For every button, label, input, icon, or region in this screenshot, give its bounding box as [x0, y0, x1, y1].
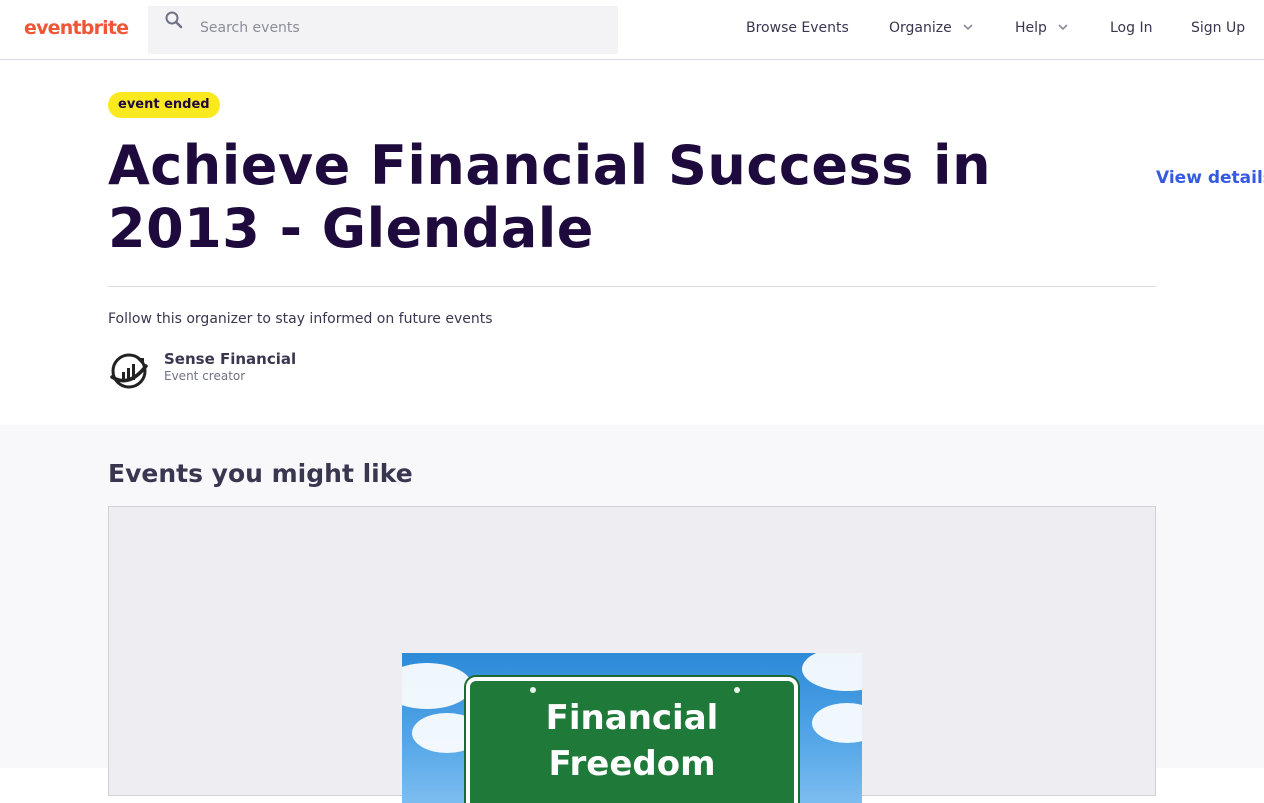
search-input[interactable]: [200, 6, 600, 50]
event-status-badge: event ended: [108, 92, 220, 118]
sign-text-line: Freedom: [548, 744, 716, 784]
chevron-down-icon: [962, 21, 974, 33]
sign-bolt: [734, 687, 740, 693]
highway-sign: Financial Freedom: [466, 677, 798, 803]
search-icon[interactable]: [164, 10, 184, 30]
event-title: Achieve Financial Success in 2013 - Glen…: [108, 134, 992, 260]
sign-text: Financial Freedom: [470, 695, 794, 787]
eventbrite-logo[interactable]: eventbrite: [24, 17, 129, 39]
cloud-shape: [802, 653, 862, 691]
chevron-down-icon: [1057, 21, 1069, 33]
related-events-section: Events you might like Financial Freedom: [0, 425, 1264, 803]
view-details-link[interactable]: View details: [1156, 168, 1264, 188]
cloud-shape: [402, 663, 472, 709]
nav-help[interactable]: Help: [1015, 20, 1069, 36]
nav-log-in[interactable]: Log In: [1110, 20, 1152, 36]
nav-sign-up[interactable]: Sign Up: [1191, 20, 1245, 36]
related-events-heading: Events you might like: [108, 459, 413, 488]
top-navigation-bar: eventbrite Browse Events Organize Help L…: [0, 0, 1264, 60]
cloud-shape: [812, 703, 862, 743]
organizer-role: Event creator: [164, 369, 246, 383]
sign-bolt: [530, 687, 536, 693]
sense-financial-logo-icon[interactable]: [108, 350, 150, 392]
follow-organizer-text: Follow this organizer to stay informed o…: [108, 311, 493, 327]
search-bar[interactable]: [148, 6, 618, 54]
nav-organize-label: Organize: [889, 20, 952, 36]
nav-organize[interactable]: Organize: [889, 20, 974, 36]
organizer-name[interactable]: Sense Financial: [164, 350, 296, 368]
related-event-card[interactable]: Financial Freedom: [108, 506, 1156, 803]
nav-browse-events[interactable]: Browse Events: [746, 20, 849, 36]
event-card-image[interactable]: Financial Freedom: [402, 653, 862, 803]
section-divider: [108, 286, 1156, 287]
sign-text-line: Financial: [545, 698, 719, 738]
nav-help-label: Help: [1015, 20, 1047, 36]
